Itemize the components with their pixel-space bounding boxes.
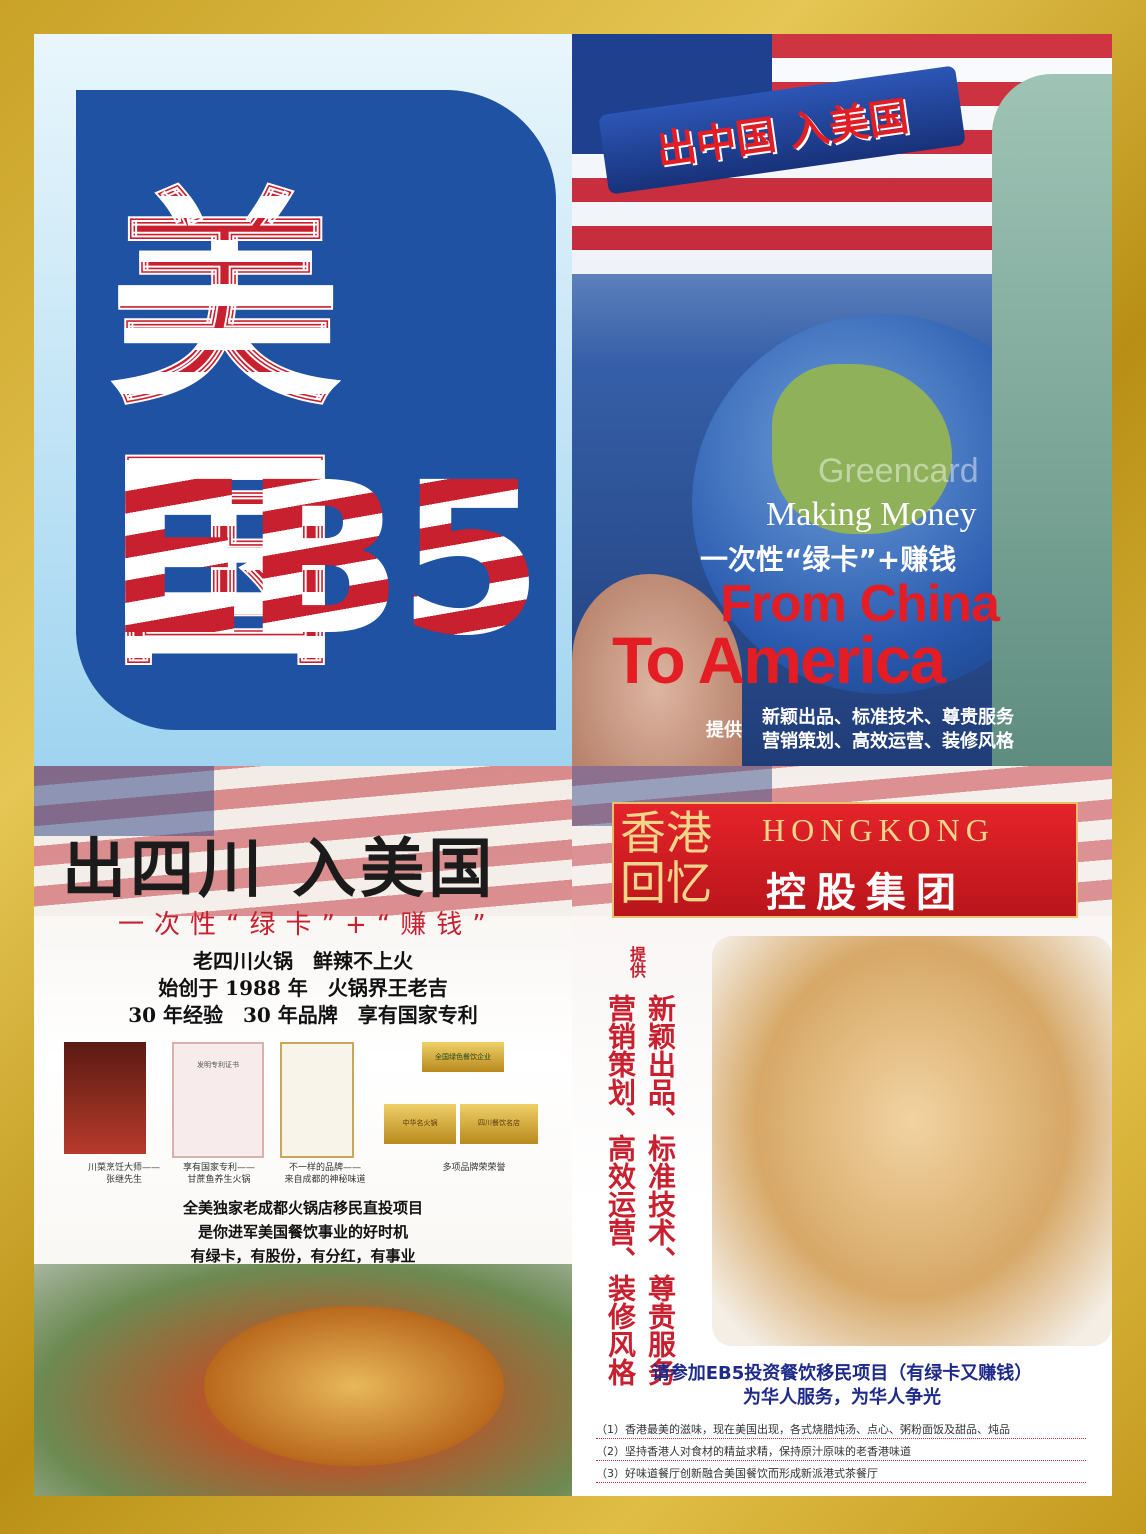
promo-lines: 全美独家老成都火锅店移民直投项目 是你进军美国餐饮事业的好时机 有绿卡，有股份，… bbox=[34, 1196, 572, 1268]
holding-group-text: 控股集团 bbox=[766, 869, 966, 916]
services-column-1: 新颖出品、标准技术、尊贵服务 bbox=[644, 994, 677, 1386]
green-catering-label: 全国绿色餐饮企业 bbox=[435, 1053, 491, 1061]
cta-line-2: 为华人服务，为华人争光 bbox=[743, 1387, 941, 1408]
hongkong-logo-cn-1: 香港 bbox=[620, 806, 712, 860]
poster-frame: 美国 EB5 出中国 入美国 Greencard Making Money 一次… bbox=[0, 0, 1146, 1534]
hongkong-logo-en: HONGKONG bbox=[762, 812, 995, 848]
greencard-cn-text: 一次性“绿卡”+赚钱 bbox=[700, 543, 957, 576]
green-catering-badge: 全国绿色餐饮企业 bbox=[422, 1042, 504, 1072]
services-column-2: 营销策划、高效运营、装修风格 bbox=[604, 994, 637, 1386]
caption-patent-2: 甘蔗鱼养生火锅 bbox=[187, 1175, 251, 1185]
hongkong-logo: 香港 回忆 HONGKONG 控股集团 bbox=[612, 802, 1078, 918]
provide-label: 提供 bbox=[627, 946, 646, 978]
intro-line-2: 始创于 1988 年 火锅界王老吉 bbox=[158, 976, 448, 1000]
promo-line-2: 是你进军美国餐饮事业的好时机 bbox=[197, 1223, 408, 1241]
panel-title: 出四川 入美国 bbox=[62, 832, 497, 907]
intro-line-3: 30 年经验 30 年品牌 享有国家专利 bbox=[128, 1003, 478, 1027]
promo-line-1: 全美独家老成都火锅店移民直投项目 bbox=[182, 1199, 423, 1217]
services-line-1: 新颖出品、标准技术、尊贵服务 bbox=[762, 707, 1014, 728]
china-to-america-panel: 出中国 入美国 Greencard Making Money 一次性“绿卡”+赚… bbox=[572, 34, 1112, 766]
greencard-text: Greencard bbox=[818, 452, 979, 490]
eb5-logo-panel: 美国 EB5 bbox=[34, 34, 572, 766]
caption-brand-1: 不一样的品牌—— bbox=[288, 1163, 361, 1173]
call-to-action: 请参加EB5投资餐饮移民项目（有绿卡又赚钱） 为华人服务，为华人争光 bbox=[572, 1362, 1112, 1410]
services-list: 新颖出品、标准技术、尊贵服务 营销策划、高效运营、装修风格 bbox=[762, 706, 1014, 754]
statue-of-liberty-image bbox=[992, 74, 1112, 766]
cta-line-1: 请参加EB5投资餐饮移民项目（有绿卡又赚钱） bbox=[651, 1363, 1033, 1384]
eb5-logo-card: 美国 EB5 bbox=[76, 90, 556, 730]
feature-item: （2）坚持香港人对食材的精益求精，保持原汁原味的老香港味道 bbox=[596, 1444, 1086, 1461]
caption-brand-2: 来自成都的神秘味道 bbox=[284, 1175, 366, 1185]
hongkong-logo-cn-2: 回忆 bbox=[620, 856, 712, 910]
intro-line-1: 老四川火锅 鲜辣不上火 bbox=[193, 949, 413, 973]
hotpot-plaque: 中华名火锅 bbox=[384, 1104, 456, 1144]
feature-item: （3）好味道餐厅创新融合美国餐饮而形成新派港式茶餐厅 bbox=[596, 1466, 1086, 1483]
to-america-heading: To America bbox=[612, 623, 946, 697]
intro-lines: 老四川火锅 鲜辣不上火 始创于 1988 年 火锅界王老吉 30 年经验 30 … bbox=[34, 948, 572, 1029]
sichuan-hotpot-panel: 出四川 入美国 一次性“绿卡”+“赚钱” 老四川火锅 鲜辣不上火 始创于 198… bbox=[34, 766, 572, 1496]
eb5-logo-text: EB5 bbox=[106, 437, 544, 682]
hotpot-image bbox=[204, 1306, 504, 1466]
patent-certificate-title: 发明专利证书 bbox=[197, 1061, 239, 1069]
caption-brand: 不一样的品牌—— 来自成都的神秘味道 bbox=[270, 1162, 380, 1186]
caption-honors: 多项品牌荣荣誉 bbox=[414, 1162, 534, 1174]
caption-patent-1: 享有国家专利—— bbox=[182, 1163, 255, 1173]
restaurant-plaque: 四川餐饮名店 bbox=[460, 1104, 538, 1144]
hongkong-logo-cn: 香港 回忆 bbox=[620, 808, 712, 908]
caption-honors-1: 多项品牌荣荣誉 bbox=[442, 1163, 506, 1173]
dim-sum-image bbox=[712, 936, 1112, 1346]
hongkong-memories-panel: 香港 回忆 HONGKONG 控股集团 提供 新颖出品、标准技术、尊贵服务 营销… bbox=[572, 766, 1112, 1496]
services-line-2: 营销策划、高效运营、装修风格 bbox=[762, 731, 1014, 752]
restaurant-plaque-label: 四川餐饮名店 bbox=[478, 1119, 520, 1127]
panel-subtitle: 一次性“绿卡”+“赚钱” bbox=[118, 910, 496, 940]
hotpot-plaque-label: 中华名火锅 bbox=[402, 1119, 438, 1127]
caption-patent: 享有国家专利—— 甘蔗鱼养生火锅 bbox=[164, 1162, 274, 1186]
chef-photo bbox=[64, 1042, 146, 1154]
making-money-text: Making Money bbox=[766, 496, 977, 533]
patent-certificate: 发明专利证书 bbox=[172, 1042, 264, 1158]
provide-label: 提供 bbox=[706, 720, 742, 741]
feature-item: （1）香港最美的滋味，现在美国出现，各式烧腊炖汤、点心、粥粉面饭及甜品、炖品 bbox=[596, 1422, 1086, 1439]
promo-line-3: 有绿卡，有股份，有分红，有事业 bbox=[190, 1247, 416, 1265]
brand-certificate bbox=[280, 1042, 354, 1158]
